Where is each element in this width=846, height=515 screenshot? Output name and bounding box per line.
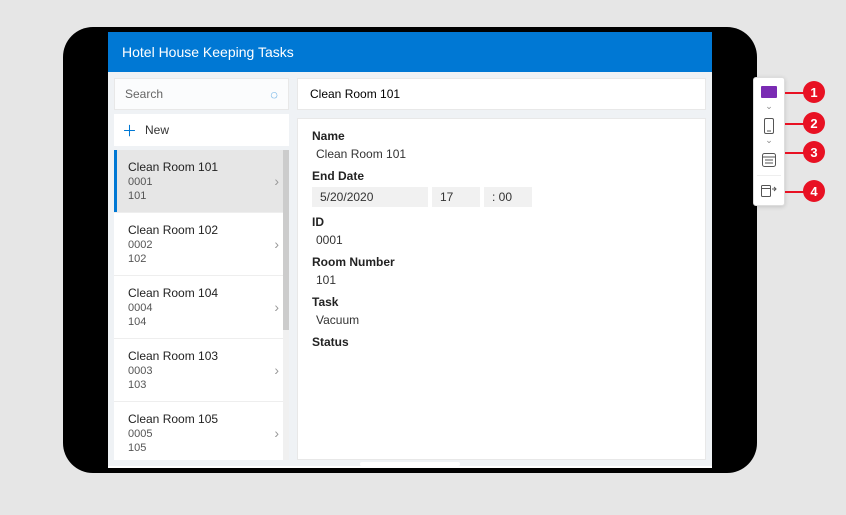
chevron-down-icon[interactable]: ⌄ [765,136,773,145]
annotation-line [785,152,805,154]
annotation-line [785,191,805,193]
label-room-number: Room Number [312,255,691,269]
app-title-bar: Hotel House Keeping Tasks [108,32,712,72]
chevron-right-icon: › [274,362,279,378]
chevron-right-icon: › [274,173,279,189]
tablet-frame: Hotel House Keeping Tasks Search ◌ ＋ New… [63,27,757,473]
chevron-right-icon: › [274,425,279,441]
tool-panel: ⌄ ⌄ [753,77,785,206]
tool-layout-panel[interactable] [754,181,784,201]
list-item-id: 0004 [128,302,279,314]
annotation-line [785,123,805,125]
end-date-date[interactable]: 5/20/2020 [312,187,428,207]
detail-header: Clean Room 101 [297,78,706,110]
label-status: Status [312,335,691,349]
home-indicator [360,462,460,466]
end-date-hour[interactable]: 17 [432,187,480,207]
list-item-id: 0005 [128,428,279,440]
app-screen: Hotel House Keeping Tasks Search ◌ ＋ New… [108,32,712,468]
label-end-date: End Date [312,169,691,183]
value-name: Clean Room 101 [312,147,691,161]
search-placeholder: Search [125,87,163,101]
annotation-line [785,92,805,94]
app-title: Hotel House Keeping Tasks [122,44,294,60]
list-item-room: 103 [128,379,279,391]
left-column: Search ◌ ＋ New Clean Room 101 0001 101 › [114,78,289,460]
list-item-room: 105 [128,442,279,454]
new-button[interactable]: ＋ New [114,114,289,146]
list-item-title: Clean Room 101 [128,160,279,174]
value-id: 0001 [312,233,691,247]
value-task: Vacuum [312,313,691,327]
annotation-bubble-3: 3 [803,141,825,163]
list-item-title: Clean Room 102 [128,223,279,237]
list-item-title: Clean Room 105 [128,412,279,426]
search-input[interactable]: Search ◌ [114,78,289,110]
list-item-id: 0003 [128,365,279,377]
list-item[interactable]: Clean Room 104 0004 104 › [114,275,289,338]
tool-phone-preview[interactable] [754,116,784,136]
annotation-bubble-1: 1 [803,81,825,103]
list-item-title: Clean Room 103 [128,349,279,363]
annotation-bubble-4: 4 [803,180,825,202]
list-item-title: Clean Room 104 [128,286,279,300]
list-item[interactable]: Clean Room 105 0005 105 › [114,401,289,460]
end-date-field[interactable]: 5/20/2020 17 : 00 [312,187,691,207]
detail-body: Name Clean Room 101 End Date 5/20/2020 1… [297,118,706,460]
chevron-right-icon: › [274,236,279,252]
list-item-id: 0002 [128,239,279,251]
scrollbar[interactable] [283,150,289,460]
chevron-down-icon[interactable]: ⌄ [765,102,773,111]
label-id: ID [312,215,691,229]
app-content: Search ◌ ＋ New Clean Room 101 0001 101 › [108,72,712,466]
detail-column: Clean Room 101 Name Clean Room 101 End D… [297,78,706,460]
list-item-room: 104 [128,316,279,328]
list-item[interactable]: Clean Room 101 0001 101 › [114,150,289,212]
label-task: Task [312,295,691,309]
list-item-room: 101 [128,190,279,202]
tool-form-settings[interactable] [754,150,784,170]
label-name: Name [312,129,691,143]
chevron-right-icon: › [274,299,279,315]
tool-designer-view[interactable] [754,82,784,102]
list-item[interactable]: Clean Room 102 0002 102 › [114,212,289,275]
loading-icon: ◌ [270,87,278,102]
detail-header-title: Clean Room 101 [310,87,400,101]
end-date-min[interactable]: : 00 [484,187,532,207]
plus-icon: ＋ [122,120,137,141]
separator [757,175,781,176]
scrollbar-thumb[interactable] [283,150,289,330]
list-item[interactable]: Clean Room 103 0003 103 › [114,338,289,401]
list-item-room: 102 [128,253,279,265]
annotation-bubble-2: 2 [803,112,825,134]
value-room-number: 101 [312,273,691,287]
new-button-label: New [145,123,169,137]
list-item-id: 0001 [128,176,279,188]
task-list: Clean Room 101 0001 101 › Clean Room 102… [114,150,289,460]
